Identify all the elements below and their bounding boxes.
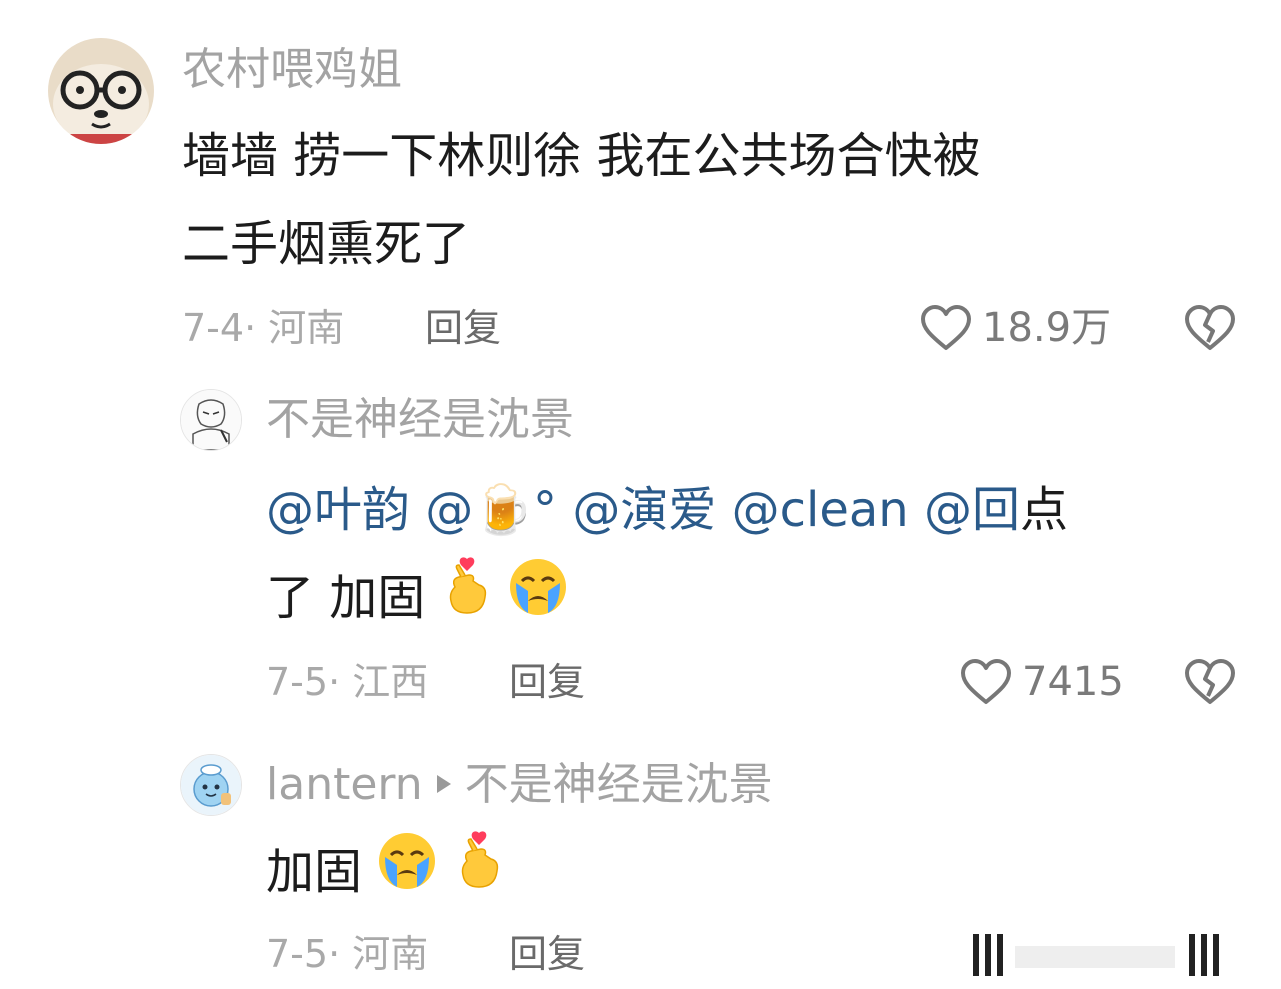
broken-heart-icon	[1185, 659, 1235, 704]
reply-to-username[interactable]: 不是神经是沈景	[465, 759, 773, 810]
mention-link[interactable]: @🍺°	[425, 482, 557, 538]
comment-text: @叶韵 @🍺° @演爱 @clean @回点 了 加固	[266, 466, 1068, 645]
broken-heart-icon	[1185, 305, 1235, 350]
like-count: 18.9万	[982, 305, 1112, 351]
like-button[interactable]	[920, 304, 972, 352]
reply-button[interactable]: 回复	[425, 300, 501, 356]
comment-text-line: @叶韵 @🍺° @演爱 @clean @回点	[266, 466, 1068, 554]
loudly-crying-emoji	[508, 557, 568, 645]
avatar[interactable]	[180, 389, 242, 451]
comment-text-fragment: 加固	[266, 844, 363, 900]
avatar[interactable]	[48, 38, 154, 144]
comment-username[interactable]: 农村喂鸡姐	[182, 40, 402, 100]
comment-text-line: 了 加固	[266, 554, 1068, 645]
heart-outline-icon	[921, 305, 971, 350]
finger-heart-emoji	[441, 557, 493, 645]
comment-username[interactable]: 不是神经是沈景	[266, 390, 574, 450]
comment-text-line: 二手烟熏死了	[182, 216, 471, 272]
comment-text-line: 墙墙 捞一下林则徐 我在公共场合快被	[182, 128, 981, 184]
mention-link[interactable]: @演爱	[572, 482, 716, 538]
comment-username[interactable]: lantern	[266, 759, 423, 810]
finger-heart-emoji	[453, 831, 505, 919]
comment-text: 加固	[266, 828, 505, 919]
mention-link[interactable]: @叶韵	[266, 482, 410, 538]
reply-arrow-icon	[436, 775, 451, 793]
mention-link[interactable]: @clean	[732, 482, 909, 538]
dislike-button[interactable]	[1184, 304, 1236, 352]
reply-button[interactable]: 回复	[509, 926, 585, 982]
comment-text-fragment: 了 加固	[266, 570, 426, 626]
avatar-cartoon-image	[181, 755, 241, 815]
avatar-sketch-image	[181, 390, 241, 450]
comment-username-row: lantern 不是神经是沈景	[266, 755, 773, 815]
comment-date-location: 7-4· 河南	[182, 306, 345, 350]
reply-button[interactable]: 回复	[509, 654, 585, 710]
avatar[interactable]	[180, 754, 242, 816]
avatar-dog-glasses-image	[48, 38, 154, 144]
like-count: 7415	[1022, 659, 1124, 705]
comment-date-location: 7-5· 江西	[266, 660, 429, 704]
like-button[interactable]	[960, 658, 1012, 706]
partial-icons-strip	[965, 930, 1265, 980]
mention-link[interactable]: @回	[924, 482, 1020, 538]
dislike-button[interactable]	[1184, 658, 1236, 706]
comment-text-fragment: 点	[1019, 482, 1068, 538]
comment-date-location: 7-5· 河南	[266, 932, 429, 976]
comment-text: 墙墙 捞一下林则徐 我在公共场合快被 二手烟熏死了	[182, 112, 981, 288]
loudly-crying-emoji	[377, 831, 437, 919]
heart-outline-icon	[961, 659, 1011, 704]
